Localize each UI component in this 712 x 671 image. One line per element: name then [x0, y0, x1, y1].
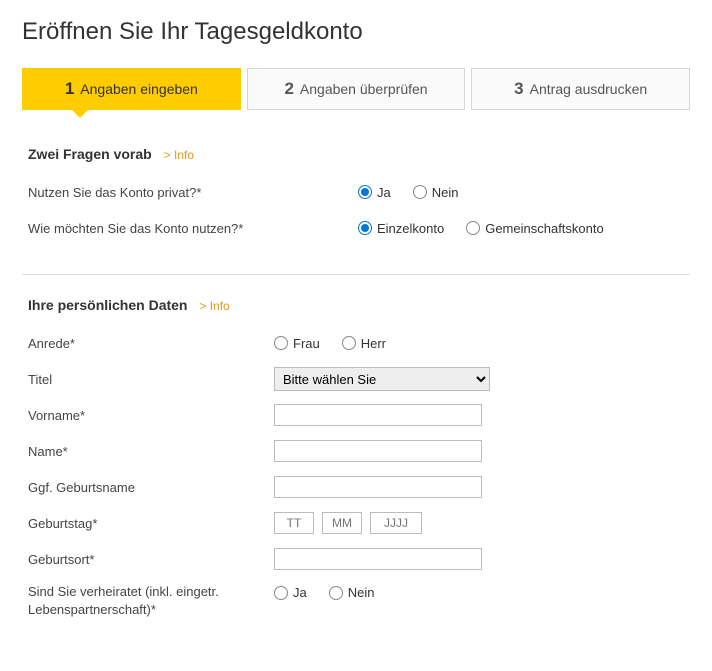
section-prelim-title: Zwei Fragen vorab Info — [28, 146, 684, 162]
titel-label: Titel — [28, 372, 274, 387]
step-1-label: Angaben eingeben — [80, 81, 198, 97]
radio-icon — [329, 586, 343, 600]
info-link-personal[interactable]: Info — [199, 299, 229, 313]
step-bar: 1 Angaben eingeben 2 Angaben überprüfen 3A… — [22, 68, 690, 110]
radio-herr-label: Herr — [361, 336, 386, 351]
vorname-label: Vorname* — [28, 408, 274, 423]
q-usage-label: Wie möchten Sie das Konto nutzen?* — [28, 221, 358, 236]
radio-einzelkonto[interactable]: Einzelkonto — [358, 221, 444, 236]
geburtstag-jahr-input[interactable] — [370, 512, 422, 534]
name-input[interactable] — [274, 440, 482, 462]
radio-private-ja[interactable]: Ja — [358, 185, 391, 200]
geburtsname-input[interactable] — [274, 476, 482, 498]
q-private-label: Nutzen Sie das Konto privat?* — [28, 185, 358, 200]
radio-icon — [342, 336, 356, 350]
geburtsort-label: Geburtsort* — [28, 552, 274, 567]
page-title: Eröffnen Sie Ihr Tagesgeldkonto — [22, 18, 690, 46]
step-3-label: Antrag ausdrucken — [530, 81, 648, 97]
name-label: Name* — [28, 444, 274, 459]
step-2[interactable]: 2 Angaben überprüfen — [247, 68, 466, 110]
radio-frau[interactable]: Frau — [274, 336, 320, 351]
section-prelim-title-text: Zwei Fragen vorab — [28, 146, 152, 162]
step-1[interactable]: 1 Angaben eingeben — [22, 68, 241, 110]
section-prelim: Zwei Fragen vorab Info Nutzen Sie das Ko… — [22, 146, 690, 274]
geburtstag-label: Geburtstag* — [28, 516, 274, 531]
info-link-prelim[interactable]: Info — [164, 148, 194, 162]
radio-einzelkonto-label: Einzelkonto — [377, 221, 444, 236]
radio-verheiratet-ja[interactable]: Ja — [274, 585, 307, 600]
step-2-label: Angaben überprüfen — [300, 81, 428, 97]
anrede-label: Anrede* — [28, 336, 274, 351]
radio-verheiratet-ja-label: Ja — [293, 585, 307, 600]
geburtstag-monat-input[interactable] — [322, 512, 362, 534]
geburtstag-tag-input[interactable] — [274, 512, 314, 534]
vorname-input[interactable] — [274, 404, 482, 426]
step-2-num: 2 — [284, 79, 293, 98]
section-personal-title: Ihre persönlichen Daten Info — [28, 297, 684, 313]
radio-private-nein-label: Nein — [432, 185, 459, 200]
radio-icon — [413, 185, 427, 199]
step-3[interactable]: 3 Antrag ausdrucken — [471, 68, 690, 110]
radio-icon — [358, 221, 372, 235]
step-3-num: 3 — [514, 79, 523, 98]
radio-gemeinschaftskonto[interactable]: Gemeinschaftskonto — [466, 221, 604, 236]
radio-icon — [274, 586, 288, 600]
radio-gemeinschaftskonto-label: Gemeinschaftskonto — [485, 221, 604, 236]
radio-frau-label: Frau — [293, 336, 320, 351]
radio-icon — [274, 336, 288, 350]
radio-private-ja-label: Ja — [377, 185, 391, 200]
step-1-num: 1 — [65, 79, 74, 98]
radio-icon — [358, 185, 372, 199]
geburtsort-input[interactable] — [274, 548, 482, 570]
radio-verheiratet-nein-label: Nein — [348, 585, 375, 600]
verheiratet-label: Sind Sie verheiratet (inkl. eingetr. Leb… — [28, 583, 274, 619]
section-personal: Ihre persönlichen Daten Info Anrede* Fra… — [22, 274, 690, 653]
radio-icon — [466, 221, 480, 235]
radio-herr[interactable]: Herr — [342, 336, 386, 351]
section-personal-title-text: Ihre persönlichen Daten — [28, 297, 187, 313]
radio-verheiratet-nein[interactable]: Nein — [329, 585, 375, 600]
geburtsname-label: Ggf. Geburtsname — [28, 480, 274, 495]
titel-select[interactable]: Bitte wählen Sie — [274, 367, 490, 391]
radio-private-nein[interactable]: Nein — [413, 185, 459, 200]
